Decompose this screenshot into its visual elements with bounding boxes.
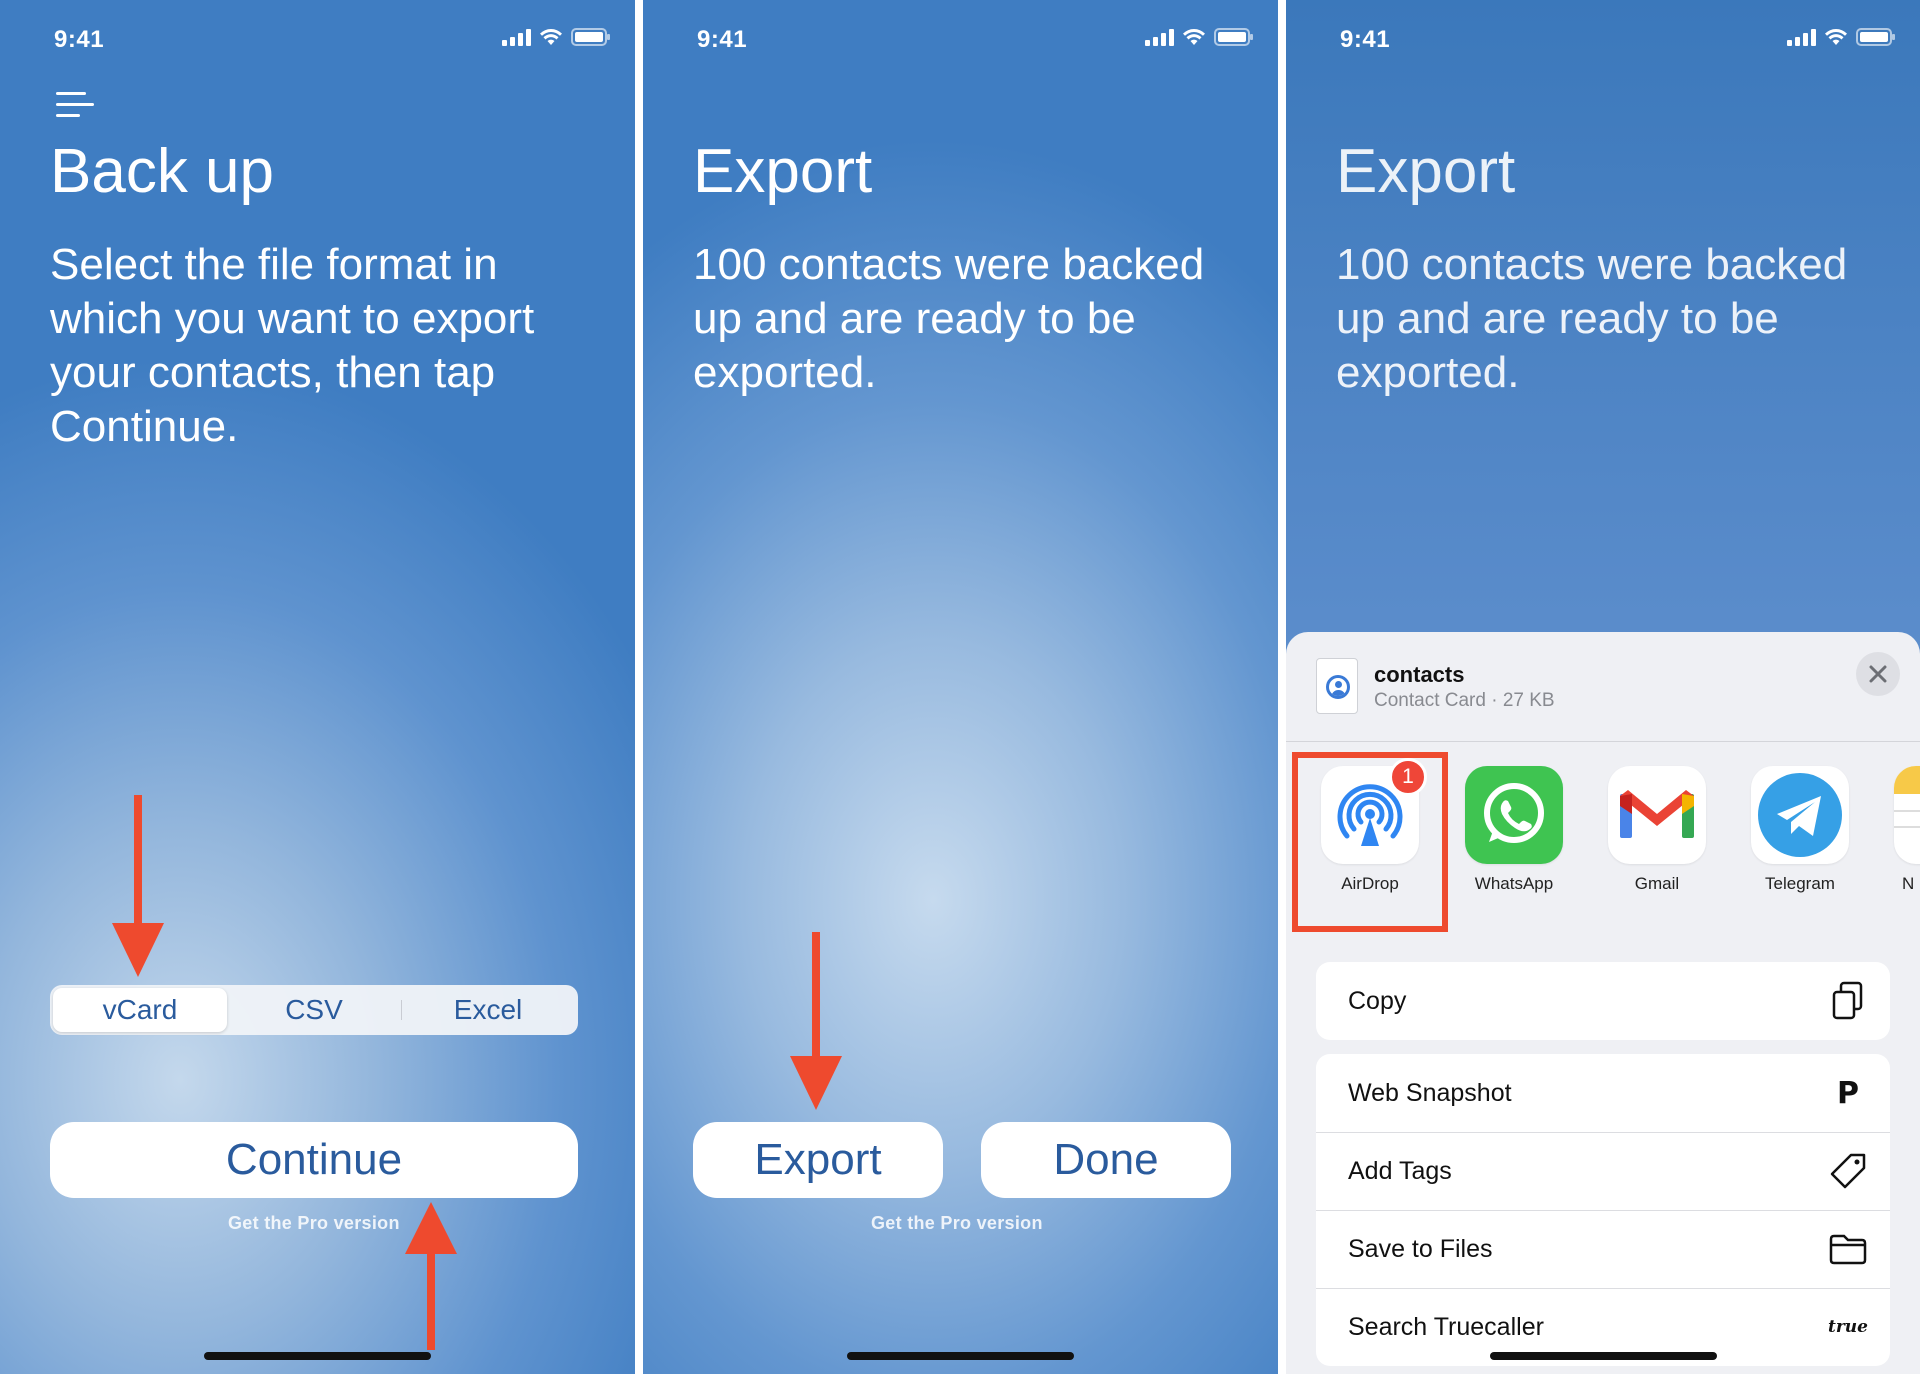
app-label: Gmail (1634, 874, 1680, 893)
wifi-icon (1825, 29, 1847, 45)
page-description: 100 contacts were backed up and are read… (693, 240, 1205, 397)
file-format-segmented-control: vCard CSV Excel (50, 985, 578, 1035)
notes-icon (1894, 766, 1920, 864)
export-screen: 9:41 Export 100 contacts were backed up … (643, 0, 1278, 1374)
action-group-extensions: Web Snapshot P Add Tags Save to Files Se… (1316, 1054, 1890, 1366)
telegram-icon (1751, 766, 1849, 864)
share-app-whatsapp[interactable]: WhatsApp (1459, 766, 1569, 894)
page-description: 100 contacts were backed up and are read… (1336, 240, 1848, 397)
action-web-snapshot[interactable]: Web Snapshot P (1316, 1054, 1890, 1132)
format-option-csv[interactable]: CSV (227, 988, 401, 1032)
contact-card-file-icon (1316, 658, 1358, 714)
share-app-notes[interactable]: N (1888, 766, 1920, 894)
screenshot-collage: 9:41 Back up Select the file format in w… (0, 0, 1920, 1374)
status-icons (1787, 28, 1895, 46)
status-icons (502, 28, 610, 46)
copy-icon (1828, 981, 1868, 1021)
share-app-gmail[interactable]: Gmail (1602, 766, 1712, 894)
action-copy[interactable]: Copy (1316, 962, 1890, 1040)
app-label: WhatsApp (1474, 874, 1554, 893)
home-indicator (1490, 1352, 1717, 1360)
app-label: N (1902, 874, 1915, 893)
share-app-telegram[interactable]: Telegram (1745, 766, 1855, 894)
close-share-sheet-button[interactable] (1856, 652, 1900, 696)
cellular-signal-icon (502, 28, 531, 46)
action-label: Search Truecaller (1348, 1312, 1544, 1341)
battery-icon (1214, 28, 1253, 46)
truecaller-icon: true (1828, 1317, 1868, 1337)
status-icons (1145, 28, 1253, 46)
continue-button[interactable]: Continue (50, 1122, 578, 1198)
share-sheet-header: contacts Contact Card · 27 KB (1286, 632, 1920, 742)
format-option-vcard[interactable]: vCard (53, 988, 227, 1032)
action-label: Copy (1348, 986, 1407, 1015)
status-time: 9:41 (1340, 26, 1391, 53)
action-add-tags[interactable]: Add Tags (1316, 1132, 1890, 1210)
airdrop-badge: 1 (1389, 758, 1427, 796)
app-label: Telegram (1765, 874, 1835, 893)
share-app-airdrop[interactable]: 1 AirDrop (1315, 758, 1427, 894)
action-save-to-files[interactable]: Save to Files (1316, 1210, 1890, 1288)
status-bar: 9:41 (1286, 24, 1920, 54)
tag-icon (1828, 1151, 1868, 1191)
get-pro-link[interactable]: Get the Pro version (871, 1213, 1043, 1234)
whatsapp-icon (1465, 766, 1563, 864)
page-title: Export (1336, 137, 1516, 206)
folder-icon (1828, 1229, 1868, 1269)
share-actions: Copy Web Snapshot P Add Tags Save to Fil… (1316, 962, 1890, 1374)
share-sheet: contacts Contact Card · 27 KB 1 AirDrop … (1286, 632, 1920, 1374)
battery-icon (1856, 28, 1895, 46)
format-option-excel[interactable]: Excel (401, 988, 575, 1032)
page-title: Export (693, 137, 873, 206)
red-arrow-down-annotation (790, 932, 842, 1110)
pinterest-p-icon: P (1837, 1075, 1859, 1111)
red-arrow-up-annotation (405, 1202, 457, 1350)
battery-icon (571, 28, 610, 46)
shared-file-name: contacts (1374, 662, 1465, 687)
app-label: AirDrop (1341, 874, 1399, 893)
red-arrow-down-annotation (112, 795, 164, 977)
hamburger-menu-icon[interactable] (56, 92, 94, 120)
done-button[interactable]: Done (981, 1122, 1231, 1198)
gmail-icon (1608, 766, 1706, 864)
cellular-signal-icon (1787, 28, 1816, 46)
action-label: Add Tags (1348, 1156, 1452, 1185)
wifi-icon (1183, 29, 1205, 45)
action-label: Web Snapshot (1348, 1078, 1512, 1107)
wifi-icon (540, 29, 562, 45)
share-app-row: 1 AirDrop WhatsApp Gmail Telegram N (1286, 742, 1920, 932)
home-indicator (204, 1352, 431, 1360)
share-sheet-screen: 9:41 Export 100 contacts were backed up … (1286, 0, 1920, 1374)
close-icon (1869, 665, 1887, 683)
get-pro-link[interactable]: Get the Pro version (228, 1213, 400, 1234)
page-title: Back up (50, 137, 275, 206)
backup-screen: 9:41 Back up Select the file format in w… (0, 0, 635, 1374)
status-bar: 9:41 (0, 24, 635, 54)
shared-file-meta: Contact Card · 27 KB (1374, 690, 1555, 711)
export-button[interactable]: Export (693, 1122, 943, 1198)
status-time: 9:41 (54, 26, 105, 53)
status-bar: 9:41 (643, 24, 1278, 54)
action-group-copy: Copy (1316, 962, 1890, 1040)
status-time: 9:41 (697, 26, 748, 53)
home-indicator (847, 1352, 1074, 1360)
page-description: Select the file format in which you want… (50, 240, 535, 451)
action-label: Save to Files (1348, 1234, 1493, 1263)
cellular-signal-icon (1145, 28, 1174, 46)
